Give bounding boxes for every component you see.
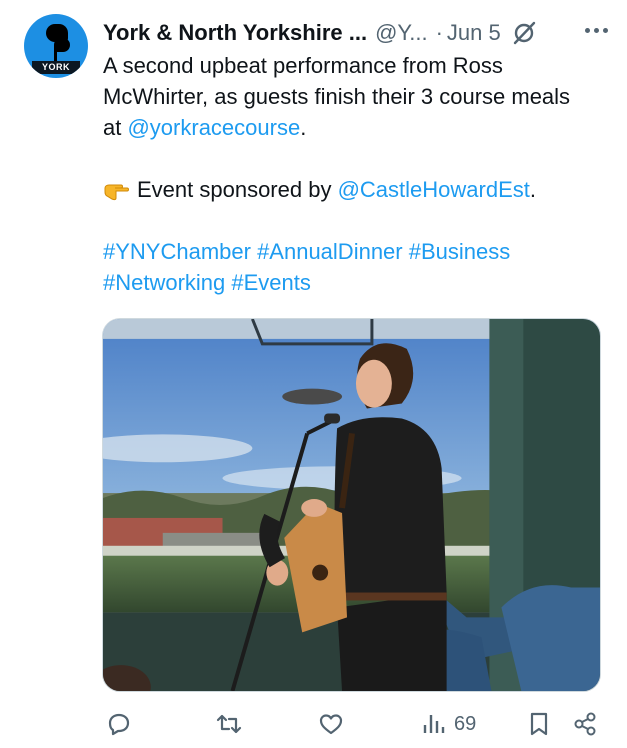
author-handle[interactable]: @Y...: [375, 20, 428, 46]
post-text: A second upbeat performance from Ross Mc…: [103, 50, 608, 298]
like-icon: [319, 714, 343, 735]
author-avatar[interactable]: YORK: [24, 14, 88, 78]
share-icon: [574, 712, 596, 736]
header-separator: ·: [435, 20, 443, 45]
text-fragment: .: [529, 177, 536, 202]
grok-icon[interactable]: [511, 20, 537, 46]
mention-yorkracecourse[interactable]: @yorkracecourse: [127, 115, 300, 140]
text-fragment: at: [103, 115, 128, 140]
text-fragment: Event sponsored by: [137, 177, 338, 202]
share-button[interactable]: [572, 711, 598, 737]
reply-button[interactable]: [106, 711, 132, 737]
hashtags-line-1[interactable]: #YNYChamber #AnnualDinner #Business: [103, 236, 608, 267]
post-header: York & North Yorkshire ... @Y... · Jun 5: [103, 18, 608, 48]
performer-photo: [103, 319, 600, 691]
text-fragment: .: [300, 115, 307, 140]
repost-button[interactable]: [216, 711, 242, 737]
views-button[interactable]: 69: [420, 711, 476, 737]
hashtags-line-2[interactable]: #Networking #Events: [103, 267, 608, 298]
reply-icon: [108, 713, 130, 736]
views-count: 69: [454, 712, 477, 735]
like-button[interactable]: [318, 711, 344, 737]
mention-castlehowardest[interactable]: @CastleHowardEst: [338, 177, 530, 202]
post-date[interactable]: Jun 5: [447, 20, 501, 46]
post-actions: 69: [100, 707, 610, 743]
post-line: A second upbeat performance from Ross: [103, 53, 503, 78]
post-line: McWhirter, as guests finish their 3 cour…: [103, 84, 571, 109]
post-photo[interactable]: [102, 318, 601, 692]
author-name[interactable]: York & North Yorkshire ...: [103, 20, 367, 46]
repost-icon: [216, 714, 242, 734]
views-icon: [423, 715, 445, 733]
sponsor-line: Event sponsored by @CastleHowardEst.: [103, 174, 608, 205]
bookmark-button[interactable]: [526, 711, 552, 737]
post-line: at @yorkracecourse.: [103, 112, 608, 143]
bookmark-icon: [530, 712, 548, 736]
more-options-icon[interactable]: [585, 28, 608, 33]
pointing-hand-icon: [104, 184, 129, 201]
avatar-york-label: YORK: [32, 61, 80, 74]
